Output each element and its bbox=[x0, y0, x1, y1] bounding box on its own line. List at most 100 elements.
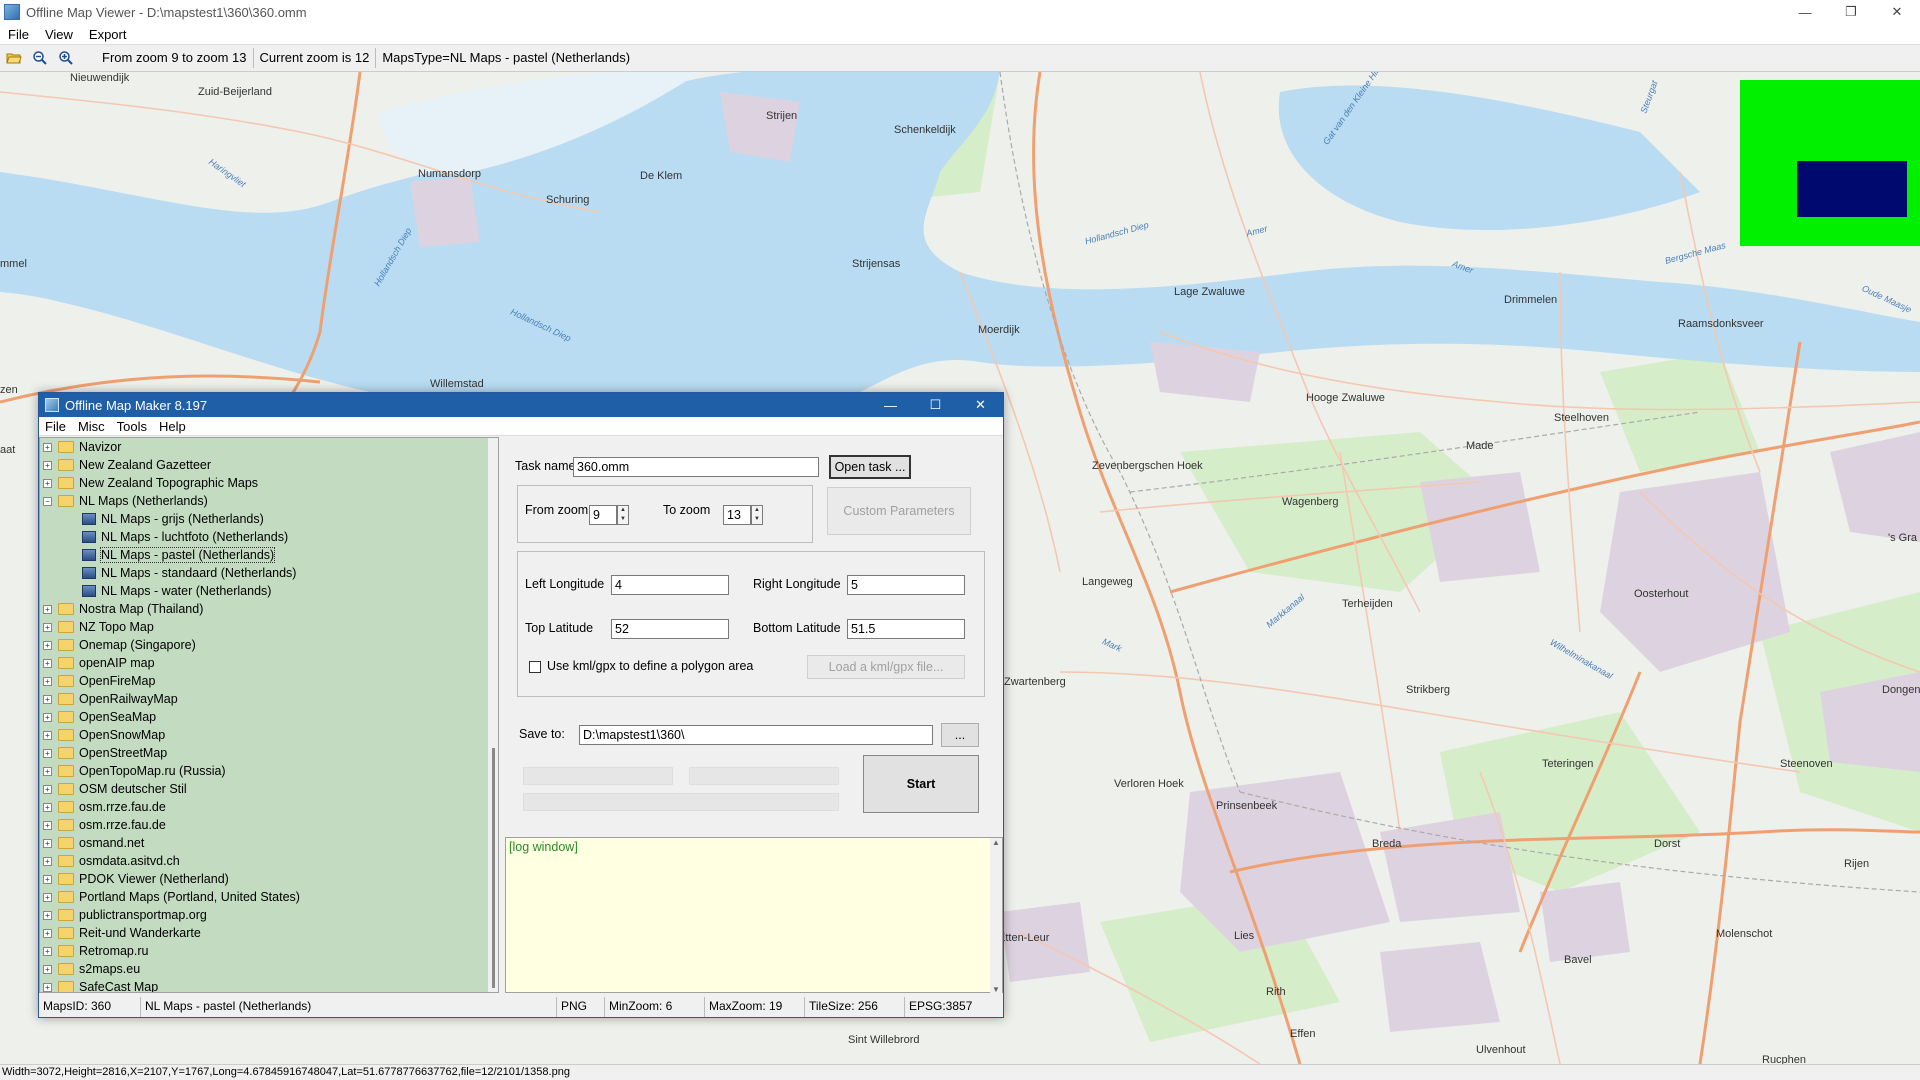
restore-button[interactable]: ❐ bbox=[1828, 0, 1874, 24]
bottom-latitude-input[interactable]: 51.5 bbox=[847, 619, 965, 639]
left-longitude-input[interactable]: 4 bbox=[611, 575, 729, 595]
expand-icon[interactable]: + bbox=[43, 694, 52, 704]
expand-icon[interactable]: + bbox=[43, 460, 52, 470]
expand-icon[interactable]: + bbox=[43, 766, 52, 776]
open-task-button[interactable]: Open task ... bbox=[829, 455, 911, 479]
tree-folder-item[interactable]: + OpenTopoMap.ru (Russia) bbox=[40, 762, 498, 780]
use-kml-checkbox[interactable] bbox=[529, 661, 541, 673]
log-window[interactable]: [log window] ▲ ▼ bbox=[505, 837, 1003, 994]
tree-folder-item[interactable]: + osmdata.asitvd.ch bbox=[40, 852, 498, 870]
expand-icon[interactable]: + bbox=[43, 820, 52, 830]
expand-icon[interactable]: + bbox=[43, 676, 52, 686]
expand-icon[interactable]: + bbox=[43, 892, 52, 902]
expand-icon[interactable]: + bbox=[43, 802, 52, 812]
expand-icon[interactable]: + bbox=[43, 604, 52, 614]
tree-folder-item[interactable]: + NZ Topo Map bbox=[40, 618, 498, 636]
tree-map-item[interactable]: NL Maps - standaard (Netherlands) bbox=[40, 564, 498, 582]
task-name-input[interactable]: 360.omm bbox=[573, 457, 819, 477]
dialog-menu-help[interactable]: Help bbox=[153, 419, 192, 434]
tree-folder-item[interactable]: + Onemap (Singapore) bbox=[40, 636, 498, 654]
folder-icon bbox=[58, 873, 74, 885]
expand-icon[interactable]: + bbox=[43, 910, 52, 920]
menu-file[interactable]: File bbox=[0, 27, 37, 42]
expand-icon[interactable]: + bbox=[43, 478, 52, 488]
expand-icon[interactable]: + bbox=[43, 730, 52, 740]
tree-folder-item[interactable]: + osm.rrze.fau.de bbox=[40, 798, 498, 816]
tree-folder-item[interactable]: + New Zealand Topographic Maps bbox=[40, 474, 498, 492]
from-zoom-stepper[interactable]: ▲ ▼ bbox=[617, 505, 629, 525]
expand-icon[interactable]: + bbox=[43, 622, 52, 632]
dialog-minimize-button[interactable]: — bbox=[868, 393, 913, 417]
to-zoom-stepper[interactable]: ▲ ▼ bbox=[751, 505, 763, 525]
scroll-up-icon[interactable]: ▲ bbox=[990, 838, 1002, 847]
expand-icon[interactable]: + bbox=[43, 874, 52, 884]
tree-folder-item[interactable]: + OpenRailwayMap bbox=[40, 690, 498, 708]
menu-view[interactable]: View bbox=[37, 27, 81, 42]
log-scrollbar[interactable]: ▲ ▼ bbox=[990, 838, 1002, 994]
tree-folder-item[interactable]: + Nostra Map (Thailand) bbox=[40, 600, 498, 618]
zoom-in-icon[interactable] bbox=[54, 47, 78, 69]
tree-folder-item[interactable]: + osm.rrze.fau.de bbox=[40, 816, 498, 834]
minimap-viewport[interactable] bbox=[1797, 161, 1907, 217]
tree-map-item[interactable]: NL Maps - water (Netherlands) bbox=[40, 582, 498, 600]
dialog-menu-tools[interactable]: Tools bbox=[111, 419, 153, 434]
expand-icon[interactable]: + bbox=[43, 982, 52, 992]
menu-export[interactable]: Export bbox=[81, 27, 135, 42]
tree-folder-item[interactable]: − NL Maps (Netherlands) bbox=[40, 492, 498, 510]
expand-icon[interactable]: + bbox=[43, 640, 52, 650]
dialog-maximize-button[interactable]: ☐ bbox=[913, 393, 958, 417]
tree-folder-item[interactable]: + openAIP map bbox=[40, 654, 498, 672]
start-button[interactable]: Start bbox=[863, 755, 979, 813]
expand-icon[interactable]: + bbox=[43, 712, 52, 722]
expand-icon[interactable]: + bbox=[43, 928, 52, 938]
tree-folder-item[interactable]: + PDOK Viewer (Netherland) bbox=[40, 870, 498, 888]
dialog-menu-file[interactable]: File bbox=[39, 419, 72, 434]
tree-map-item[interactable]: NL Maps - pastel (Netherlands) bbox=[40, 546, 498, 564]
open-folder-icon[interactable] bbox=[2, 47, 26, 69]
right-longitude-input[interactable]: 5 bbox=[847, 575, 965, 595]
scroll-down-icon[interactable]: ▼ bbox=[990, 985, 1002, 994]
tree-folder-item[interactable]: + OpenSeaMap bbox=[40, 708, 498, 726]
dialog-close-button[interactable]: ✕ bbox=[958, 393, 1003, 417]
tree-item-label: Onemap (Singapore) bbox=[79, 638, 196, 652]
expand-icon[interactable]: + bbox=[43, 838, 52, 848]
tree-folder-item[interactable]: + osmand.net bbox=[40, 834, 498, 852]
minimize-button[interactable]: — bbox=[1782, 0, 1828, 24]
close-button[interactable]: ✕ bbox=[1874, 0, 1920, 24]
expand-icon[interactable]: + bbox=[43, 784, 52, 794]
tree-scrollbar[interactable] bbox=[488, 438, 498, 992]
from-zoom-input[interactable]: 9 bbox=[589, 505, 617, 525]
overview-minimap[interactable] bbox=[1740, 80, 1920, 246]
collapse-icon[interactable]: − bbox=[43, 496, 52, 506]
expand-icon[interactable]: + bbox=[43, 964, 52, 974]
tree-folder-item[interactable]: + SafeCast Map bbox=[40, 978, 498, 992]
tree-folder-item[interactable]: + Retromap.ru bbox=[40, 942, 498, 960]
expand-icon[interactable]: + bbox=[43, 856, 52, 866]
tree-folder-item[interactable]: + New Zealand Gazetteer bbox=[40, 456, 498, 474]
expand-icon[interactable]: + bbox=[43, 946, 52, 956]
to-zoom-input[interactable]: 13 bbox=[723, 505, 751, 525]
expand-icon[interactable]: + bbox=[43, 442, 52, 452]
tree-folder-item[interactable]: + OpenSnowMap bbox=[40, 726, 498, 744]
expand-icon[interactable]: + bbox=[43, 658, 52, 668]
tree-folder-item[interactable]: + publictransportmap.org bbox=[40, 906, 498, 924]
tree-map-item[interactable]: NL Maps - luchtfoto (Netherlands) bbox=[40, 528, 498, 546]
tree-folder-item[interactable]: + OSM deutscher Stil bbox=[40, 780, 498, 798]
custom-parameters-button[interactable]: Custom Parameters bbox=[827, 487, 971, 535]
tree-scroll-thumb[interactable] bbox=[492, 748, 495, 988]
dialog-menu-misc[interactable]: Misc bbox=[72, 419, 111, 434]
tree-map-item[interactable]: NL Maps - grijs (Netherlands) bbox=[40, 510, 498, 528]
save-to-input[interactable]: D:\mapstest1\360\ bbox=[579, 725, 933, 745]
tree-folder-item[interactable]: + OpenStreetMap bbox=[40, 744, 498, 762]
tree-folder-item[interactable]: + Reit-und Wanderkarte bbox=[40, 924, 498, 942]
tree-folder-item[interactable]: + Navizor bbox=[40, 438, 498, 456]
zoom-out-icon[interactable] bbox=[28, 47, 52, 69]
map-source-tree[interactable]: + Navizor + New Zealand Gazetteer + New Zeala… bbox=[39, 437, 499, 993]
load-kml-button[interactable]: Load a kml/gpx file... bbox=[807, 655, 965, 679]
tree-folder-item[interactable]: + OpenFireMap bbox=[40, 672, 498, 690]
tree-folder-item[interactable]: + s2maps.eu bbox=[40, 960, 498, 978]
browse-folder-button[interactable]: ... bbox=[941, 723, 979, 747]
expand-icon[interactable]: + bbox=[43, 748, 52, 758]
top-latitude-input[interactable]: 52 bbox=[611, 619, 729, 639]
tree-folder-item[interactable]: + Portland Maps (Portland, United States) bbox=[40, 888, 498, 906]
